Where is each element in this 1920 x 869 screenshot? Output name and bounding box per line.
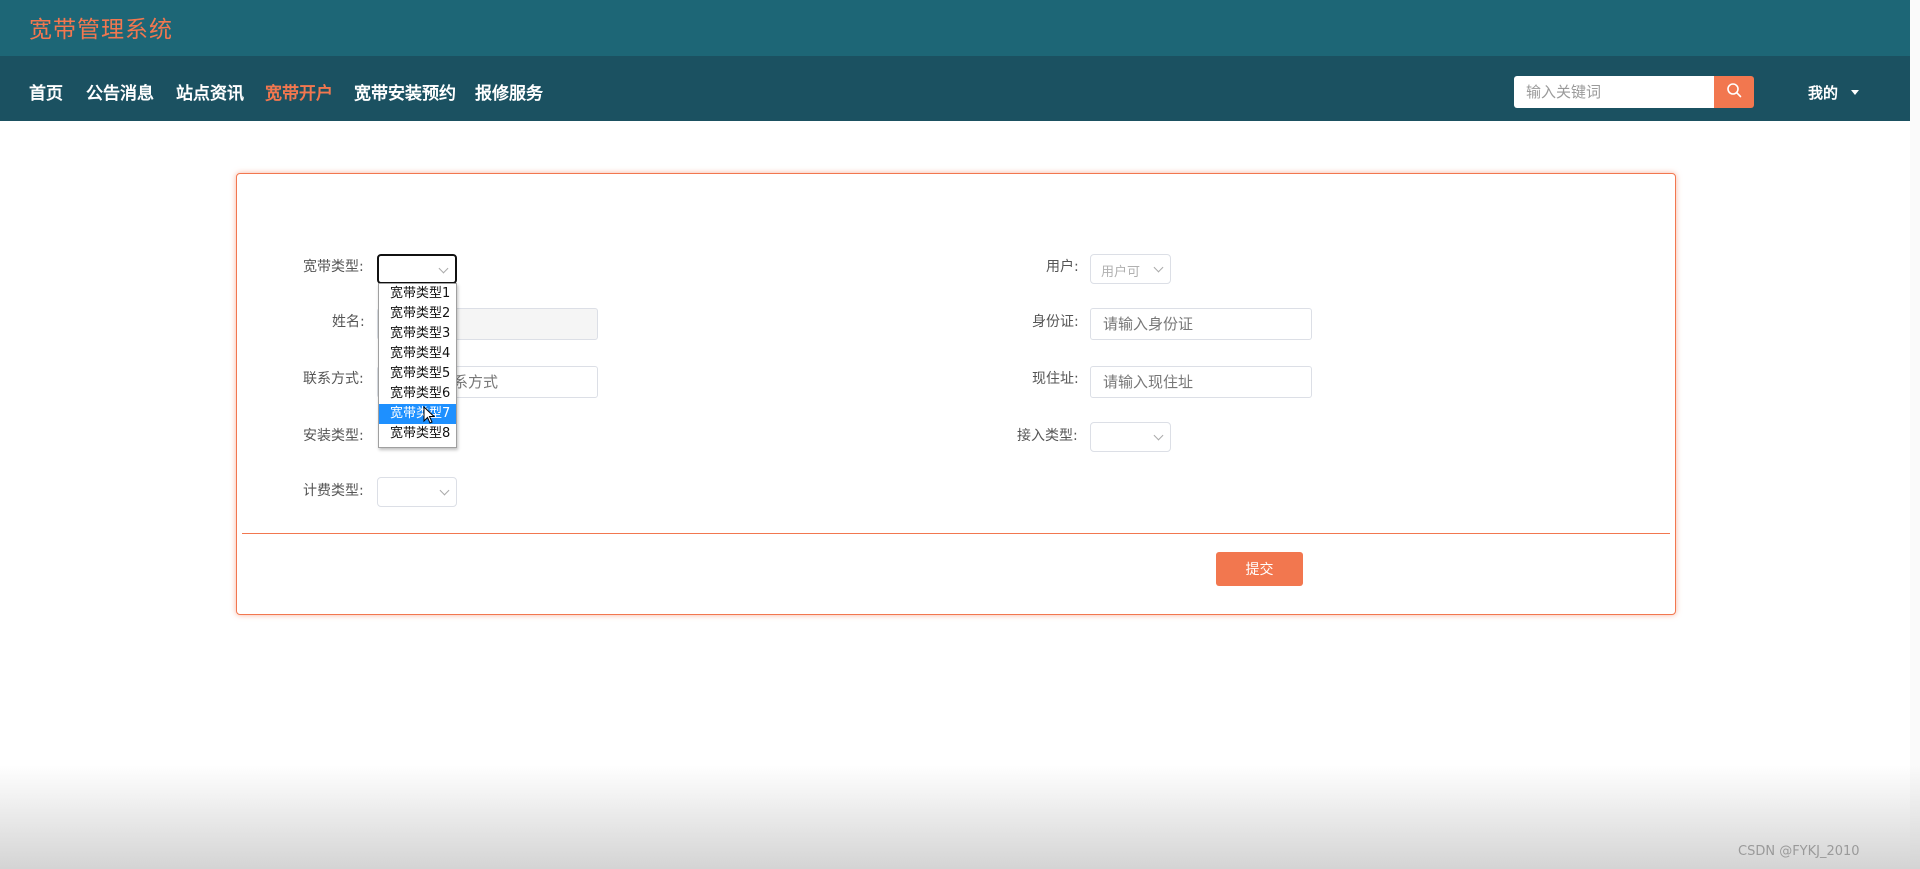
chevron-down-icon (1153, 430, 1164, 441)
access-type-select[interactable] (1090, 422, 1171, 452)
bottom-shade (0, 765, 1920, 869)
billing-type-select[interactable] (377, 477, 457, 507)
dropdown-option-1[interactable]: 宽带类型1 (379, 284, 456, 304)
form-divider (242, 533, 1670, 534)
my-menu[interactable]: 我的 (1808, 82, 1838, 103)
site-title[interactable]: 宽带管理系统 (29, 10, 173, 44)
address-field[interactable]: 请输入现住址 (1090, 366, 1312, 398)
search-icon (1726, 82, 1742, 102)
dropdown-option-2[interactable]: 宽带类型2 (379, 304, 456, 324)
nav-item-home[interactable]: 首页 (29, 79, 63, 104)
search-input[interactable] (1514, 76, 1714, 108)
dropdown-option-3[interactable]: 宽带类型3 (379, 324, 456, 344)
broadband-type-label: 宽带类型: (303, 259, 364, 275)
watermark: CSDN @FYKJ_2010 (1738, 844, 1860, 859)
chevron-down-icon (438, 263, 449, 274)
nav-item-announcements[interactable]: 公告消息 (86, 79, 154, 104)
user-label: 用户: (1046, 259, 1079, 275)
install-type-label: 安装类型: (303, 428, 364, 444)
user-select-value: 用户可 (1101, 265, 1141, 280)
page-scroll-edge (1910, 0, 1920, 869)
nav-item-broadband-account[interactable]: 宽带开户 (265, 79, 333, 104)
chevron-down-icon (1153, 262, 1164, 273)
nav-item-repair-service[interactable]: 报修服务 (475, 79, 543, 104)
address-placeholder: 请输入现住址 (1103, 373, 1194, 391)
submit-button[interactable]: 提交 (1216, 552, 1303, 586)
dropdown-option-4[interactable]: 宽带类型4 (379, 344, 456, 364)
search-box (1514, 76, 1754, 108)
billing-type-label: 计费类型: (303, 483, 364, 499)
id-card-placeholder: 请输入身份证 (1103, 315, 1194, 333)
dropdown-option-8[interactable]: 宽带类型8 (379, 424, 456, 444)
nav-item-station-news[interactable]: 站点资讯 (176, 79, 244, 104)
user-select[interactable]: 用户可 (1090, 254, 1171, 284)
mouse-cursor-icon (423, 405, 436, 428)
dropdown-option-6[interactable]: 宽带类型6 (379, 384, 456, 404)
id-card-label: 身份证: (1032, 314, 1079, 330)
access-type-label: 接入类型: (1017, 428, 1078, 444)
id-card-field[interactable]: 请输入身份证 (1090, 308, 1312, 340)
name-label: 姓名: (332, 314, 365, 330)
address-label: 现住址: (1032, 371, 1079, 387)
search-button[interactable] (1714, 76, 1754, 108)
contact-placeholder: 系方式 (453, 373, 499, 391)
caret-down-icon[interactable] (1851, 90, 1859, 95)
dropdown-option-7[interactable]: 宽带类型7 (379, 404, 456, 424)
header-top-bar: 宽带管理系统 (0, 0, 1910, 56)
nav-item-install-appointment[interactable]: 宽带安装预约 (354, 79, 456, 104)
broadband-type-dropdown: 宽带类型1 宽带类型2 宽带类型3 宽带类型4 宽带类型5 宽带类型6 宽带类型… (378, 283, 457, 448)
dropdown-option-5[interactable]: 宽带类型5 (379, 364, 456, 384)
contact-label: 联系方式: (303, 371, 364, 387)
broadband-type-select[interactable] (377, 254, 457, 284)
chevron-down-icon (439, 485, 450, 496)
